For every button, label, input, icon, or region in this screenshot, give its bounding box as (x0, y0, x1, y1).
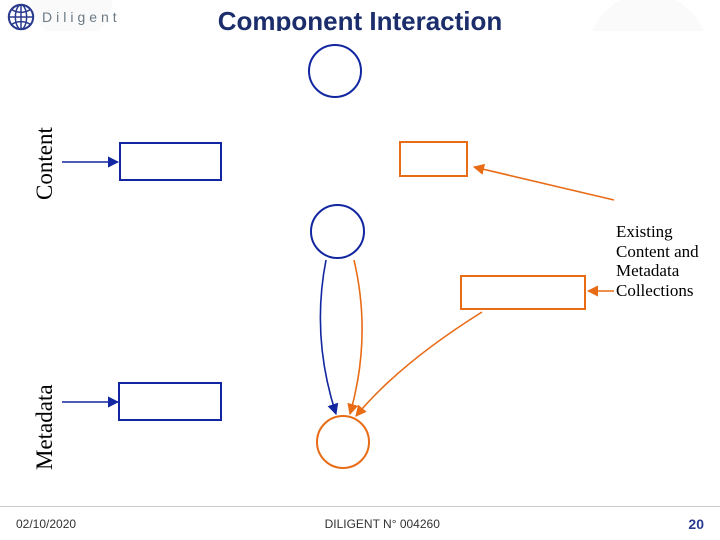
side-label-content: Content (32, 127, 58, 200)
existing-collections-label: Existing Content and Metadata Collection… (616, 222, 720, 300)
shape-rect-left-top (119, 142, 222, 181)
shape-rect-left-bot (118, 382, 222, 421)
footer-date: 02/10/2020 (16, 517, 76, 531)
shape-circle-bot (316, 415, 370, 469)
shape-circle-mid (310, 204, 365, 259)
side-label-metadata: Metadata (32, 384, 58, 470)
slide-root: Diligent Component Interaction Content M… (0, 0, 720, 540)
shape-circle-top (308, 44, 362, 98)
shape-rect-right-top (399, 141, 468, 177)
footer-center: DILIGENT N° 004260 (325, 517, 440, 531)
content-panel (18, 31, 718, 499)
shape-rect-right-mid (460, 275, 586, 310)
footer-page: 20 (688, 516, 704, 532)
footer-bar: 02/10/2020 DILIGENT N° 004260 20 (0, 506, 720, 540)
